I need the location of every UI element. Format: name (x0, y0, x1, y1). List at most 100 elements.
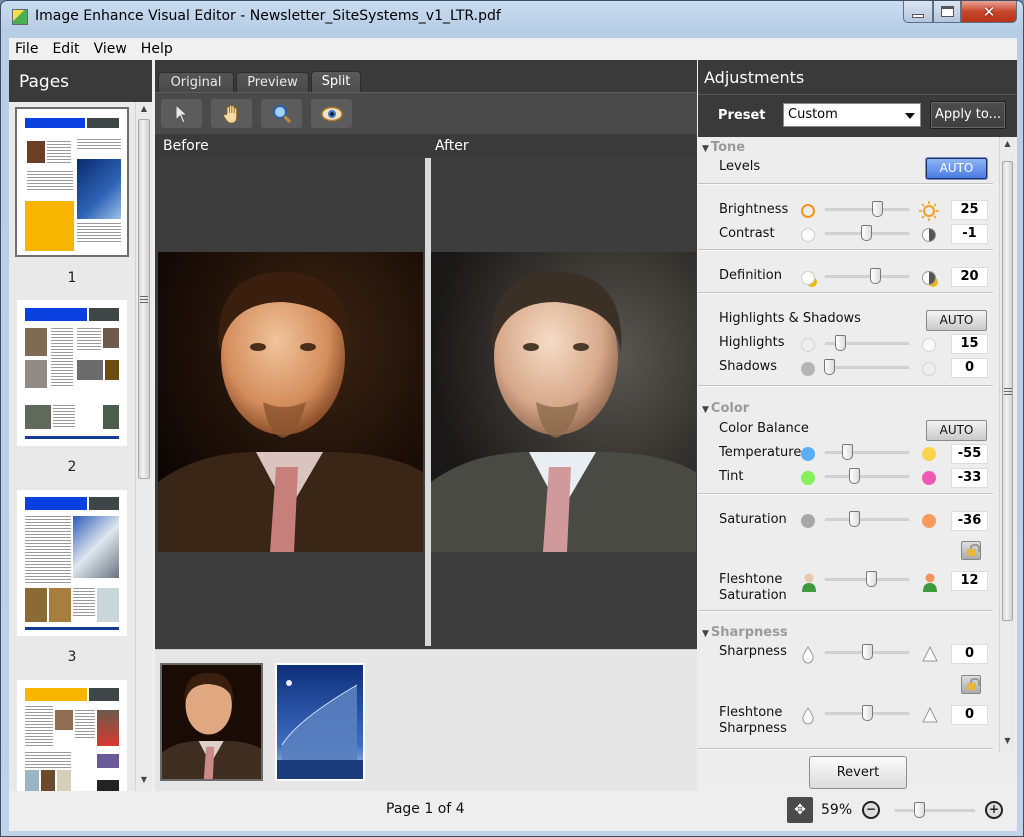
slider-knob[interactable] (848, 511, 860, 527)
sharpness-lock-button[interactable] (961, 675, 981, 694)
before-pane[interactable] (155, 158, 425, 646)
slider-knob[interactable] (872, 201, 884, 217)
revert-button[interactable]: Revert (809, 756, 907, 789)
portrait-thumbnail[interactable] (160, 663, 263, 781)
brightness-high-icon (919, 201, 939, 221)
highlights-slider[interactable] (825, 335, 909, 351)
contrast-value[interactable]: -1 (951, 224, 988, 244)
tint-value[interactable]: -33 (951, 468, 988, 488)
page-number-1: 1 (67, 270, 77, 286)
zoom-level: 59% (821, 802, 853, 818)
menu-file[interactable]: File (15, 41, 38, 57)
saturation-lock-button[interactable] (961, 541, 981, 560)
saturation-high-icon (922, 514, 936, 528)
fleshtone-sharpness-slider[interactable] (825, 705, 909, 721)
scroll-down-icon[interactable]: ▼ (1000, 736, 1015, 750)
slider-knob[interactable] (862, 644, 873, 660)
page-thumbnail-2[interactable] (17, 300, 127, 446)
preview-tool-button[interactable] (311, 99, 352, 128)
fleshtone-saturation-value[interactable]: 12 (951, 571, 988, 591)
slider-knob[interactable] (862, 705, 873, 721)
slider-knob[interactable] (849, 468, 861, 484)
brightness-value[interactable]: 25 (951, 200, 988, 220)
pan-tool-button[interactable] (211, 99, 252, 128)
apply-to-button[interactable]: Apply to... (930, 101, 1006, 129)
scroll-down-icon[interactable]: ▼ (136, 775, 152, 789)
slider-knob[interactable] (835, 335, 847, 351)
separator (698, 249, 993, 251)
saturation-value[interactable]: -36 (951, 511, 988, 531)
slider-knob[interactable] (866, 571, 878, 587)
menu-help[interactable]: Help (141, 41, 173, 57)
tab-original[interactable]: Original (158, 72, 234, 92)
levels-auto-button[interactable]: AUTO (926, 158, 987, 179)
menu-view[interactable]: View (94, 41, 127, 57)
sharpness-label: Sharpness (719, 644, 787, 659)
slider-track[interactable] (825, 475, 909, 478)
preset-dropdown[interactable]: Custom (783, 103, 921, 127)
tab-split[interactable]: Split (311, 71, 361, 92)
page-thumbnail-4[interactable] (17, 680, 127, 791)
color-balance-auto-button[interactable]: AUTO (926, 420, 987, 441)
zoom-out-button[interactable]: − (862, 801, 880, 819)
separator (698, 748, 993, 750)
after-pane[interactable] (431, 158, 697, 646)
close-button[interactable]: ✕ (961, 1, 1017, 23)
highlights-value[interactable]: 15 (951, 334, 988, 354)
definition-value[interactable]: 20 (951, 267, 988, 287)
sharpness-slider[interactable] (825, 644, 909, 660)
slider-track[interactable] (825, 275, 909, 278)
fleshtone-saturation-slider[interactable] (825, 571, 909, 587)
temperature-slider[interactable] (825, 444, 909, 460)
tab-preview[interactable]: Preview (236, 72, 309, 92)
highlights-shadows-auto-button[interactable]: AUTO (926, 310, 987, 331)
minimize-button[interactable] (903, 1, 933, 23)
slider-knob[interactable] (841, 444, 853, 460)
slider-knob[interactable] (861, 225, 873, 241)
slider-track[interactable] (825, 451, 909, 454)
section-sharpness[interactable]: ▼ Sharpness (702, 625, 788, 640)
section-tone[interactable]: ▼ Tone (702, 140, 745, 155)
scroll-up-icon[interactable]: ▲ (1000, 139, 1015, 153)
adjustments-panel: Adjustments Preset Custom Apply to... ▼ T… (698, 60, 1017, 791)
page-thumbnail-1[interactable] (15, 107, 129, 257)
shadows-value[interactable]: 0 (951, 358, 988, 378)
tint-slider[interactable] (825, 468, 909, 484)
slider-knob[interactable] (914, 802, 925, 818)
page-photo (27, 141, 45, 163)
contrast-slider[interactable] (825, 225, 909, 241)
fit-to-window-button[interactable]: ✥ (787, 797, 813, 823)
brightness-slider[interactable] (825, 201, 909, 217)
definition-low-icon (801, 271, 815, 285)
scroll-up-icon[interactable]: ▲ (136, 104, 152, 118)
pages-scrollbar[interactable]: ▲ ▼ (135, 102, 152, 791)
zoom-tool-button[interactable] (261, 99, 302, 128)
select-tool-button[interactable] (161, 99, 202, 128)
temperature-cool-icon (801, 447, 815, 461)
definition-slider[interactable] (825, 268, 909, 284)
maximize-button[interactable] (933, 1, 961, 23)
menu-bar: File Edit View Help (9, 38, 1017, 60)
sharpness-value[interactable]: 0 (951, 644, 988, 664)
slider-knob[interactable] (870, 268, 882, 284)
zoom-slider[interactable] (895, 802, 975, 818)
slider-knob[interactable] (824, 359, 836, 375)
shadows-slider[interactable] (824, 359, 909, 375)
editor-view: Original Preview Split Before After (155, 60, 697, 791)
saturation-slider[interactable] (825, 511, 909, 527)
fleshtone-sharpness-value[interactable]: 0 (951, 705, 988, 725)
pages-list: 1 2 3 (9, 102, 135, 791)
slider-track[interactable] (895, 809, 975, 812)
temperature-value[interactable]: -55 (951, 444, 988, 464)
slider-track[interactable] (825, 208, 909, 211)
zoom-in-button[interactable]: + (985, 801, 1003, 819)
slider-track[interactable] (825, 518, 909, 521)
section-color[interactable]: ▼ Color (702, 401, 749, 416)
slider-track[interactable] (825, 366, 909, 369)
adjustments-scroll-thumb[interactable] (1002, 161, 1013, 621)
menu-edit[interactable]: Edit (52, 41, 79, 57)
pages-scroll-thumb[interactable] (138, 119, 150, 479)
building-thumbnail[interactable] (275, 663, 365, 781)
adjustments-scrollbar[interactable]: ▲ ▼ (999, 137, 1015, 752)
page-thumbnail-3[interactable] (17, 490, 127, 636)
